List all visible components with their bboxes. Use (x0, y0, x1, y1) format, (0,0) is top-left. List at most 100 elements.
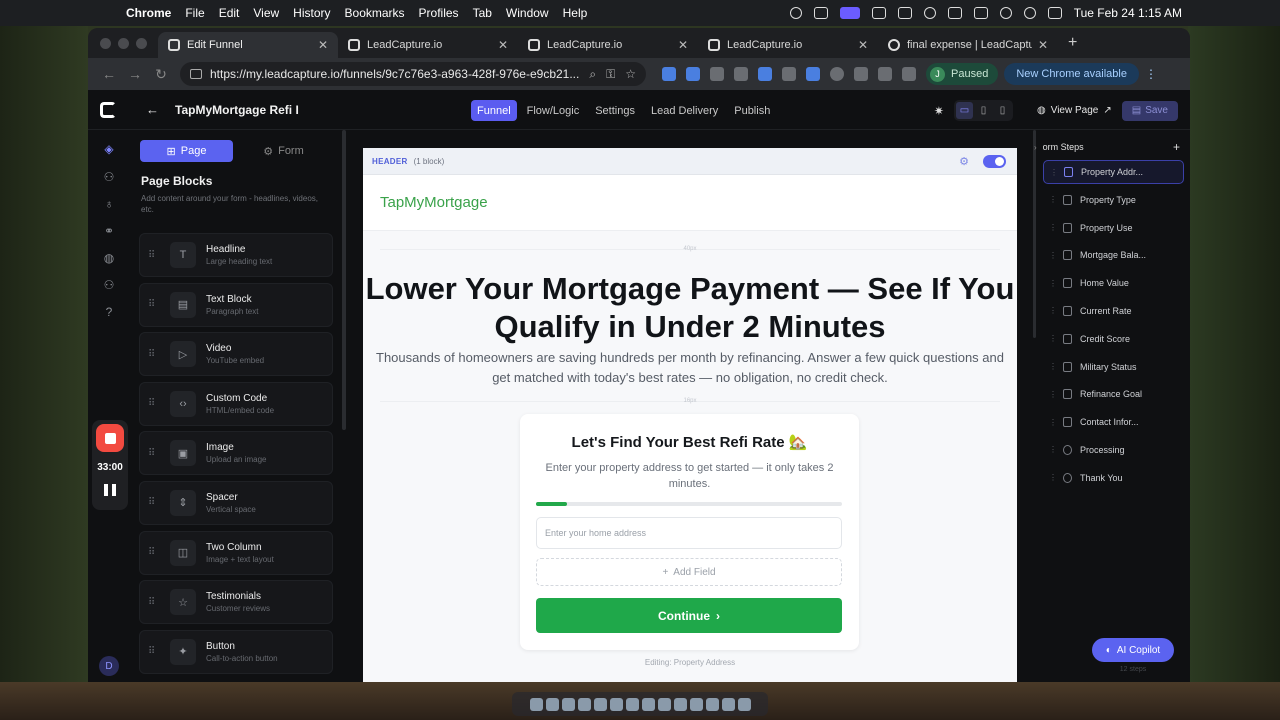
page-block-item[interactable]: ⠿ ◫ Two Column Image + text layout (139, 530, 333, 575)
back-arrow-icon[interactable]: ← (146, 102, 159, 117)
integrations-icon[interactable]: ⚭ (102, 224, 116, 238)
page-subheadline[interactable]: Thousands of homeowners are saving hundr… (369, 348, 1011, 388)
tab-edit-funnel[interactable]: Edit Funnel ✕ (158, 32, 338, 58)
form-step-item[interactable]: ⋮ Property Addr... (1043, 160, 1184, 184)
update-chrome-button[interactable]: New Chrome available (1004, 63, 1139, 85)
lightbulb-icon[interactable]: ♁ (102, 197, 116, 211)
menu-app-name[interactable]: Chrome (126, 6, 171, 20)
close-tab-icon[interactable]: ✕ (678, 38, 688, 52)
users-icon[interactable]: ⚇ (102, 170, 116, 184)
address-bar[interactable]: https://my.leadcapture.io/funnels/9c7c76… (180, 62, 646, 86)
drag-handle-icon[interactable]: ⠿ (148, 497, 162, 508)
left-scrollbar[interactable] (342, 130, 346, 430)
menu-history[interactable]: History (293, 6, 330, 20)
drag-handle-icon[interactable]: ⠿ (148, 398, 162, 409)
drag-handle-icon[interactable]: ⠿ (148, 299, 162, 310)
tab-final-expense[interactable]: final expense | LeadCapture.io ✕ (878, 32, 1058, 58)
pause-icon[interactable] (104, 484, 116, 496)
menu-bookmarks[interactable]: Bookmarks (345, 6, 405, 20)
forward-icon[interactable]: → (122, 66, 148, 82)
extension-icon[interactable] (758, 67, 772, 81)
tab-leadcapture-3[interactable]: LeadCapture.io ✕ (698, 32, 878, 58)
download-icon[interactable] (902, 67, 916, 81)
team-icon[interactable]: ⚇ (102, 278, 116, 292)
page-block-item[interactable]: ⠿ ▤ Text Block Paragraph text (139, 282, 333, 327)
menu-view[interactable]: View (253, 6, 279, 20)
wifi-icon[interactable] (999, 7, 1012, 19)
drag-handle-icon[interactable]: ⋮ (1049, 418, 1059, 427)
tab-leadcapture-2[interactable]: LeadCapture.io ✕ (518, 32, 698, 58)
drag-handle-icon[interactable]: ⠿ (148, 547, 162, 558)
close-tab-icon[interactable]: ✕ (318, 38, 328, 52)
page-tab[interactable]: ⊞ Page (140, 140, 233, 162)
minimize-window-button[interactable] (118, 37, 129, 49)
form-step-item[interactable]: ⋮ Current Rate (1043, 299, 1184, 323)
url-text[interactable]: https://my.leadcapture.io/funnels/9c7c76… (210, 67, 579, 81)
notes-icon[interactable] (593, 697, 607, 711)
help-icon[interactable]: ? (102, 305, 116, 319)
control-center-icon[interactable] (1047, 7, 1062, 19)
app-icon[interactable] (721, 697, 735, 711)
extension-icon[interactable] (662, 67, 676, 81)
menu-file[interactable]: File (185, 6, 204, 20)
form-step-item[interactable]: ⋮ Property Use (1043, 216, 1184, 240)
funnel-name[interactable]: TapMyMortgage Refi I (175, 103, 299, 117)
tab-settings[interactable]: Settings (589, 100, 641, 121)
header-block[interactable]: TapMyMortgage (363, 175, 1017, 231)
drag-handle-icon[interactable]: ⠿ (148, 250, 162, 261)
close-window-button[interactable] (100, 37, 111, 49)
app-icon[interactable] (689, 697, 703, 711)
terminal-icon[interactable] (561, 697, 575, 711)
launchpad-icon[interactable] (545, 697, 559, 711)
app-logo-icon[interactable] (100, 101, 116, 118)
safari-icon[interactable] (577, 697, 591, 711)
form-step-item[interactable]: ⋮ Property Type (1043, 188, 1184, 212)
stop-recording-button[interactable] (96, 424, 124, 452)
form-tab[interactable]: ⚙ Form (237, 140, 330, 162)
magic-sparkle-icon[interactable]: ✷ (934, 104, 944, 118)
menu-edit[interactable]: Edit (219, 6, 240, 20)
drag-handle-icon[interactable]: ⋮ (1049, 362, 1059, 371)
drag-handle-icon[interactable]: ⋮ (1049, 223, 1059, 232)
drag-handle-icon[interactable]: ⠿ (148, 646, 162, 657)
tab-leadcapture-1[interactable]: LeadCapture.io ✕ (338, 32, 518, 58)
desktop-icon[interactable]: ▭ (955, 102, 973, 119)
drag-handle-icon[interactable]: ⋮ (1049, 306, 1059, 315)
camera-icon[interactable] (871, 7, 886, 19)
menu-window[interactable]: Window (506, 6, 549, 20)
form-step-item[interactable]: ⋮ Processing (1043, 438, 1184, 462)
drag-handle-icon[interactable]: ⋮ (1050, 168, 1060, 177)
form-step-item[interactable]: ⋮ Thank You (1043, 466, 1184, 490)
finder-icon[interactable] (529, 697, 543, 711)
extensions-puzzle-icon[interactable] (854, 67, 868, 81)
screen-record-icon[interactable] (839, 7, 860, 19)
extension-icon[interactable] (782, 67, 796, 81)
form-card[interactable]: Let's Find Your Best Refi Rate 🏡 Enter y… (520, 414, 859, 650)
view-page-link[interactable]: ◍ View Page ↗ (1037, 105, 1112, 116)
mobile-icon[interactable]: ▯ (994, 102, 1011, 119)
chrome-menu-icon[interactable]: ⋮ (1145, 67, 1157, 81)
drag-handle-icon[interactable]: ⋮ (1049, 390, 1059, 399)
drag-handle-icon[interactable]: ⋮ (1049, 279, 1059, 288)
messages-icon[interactable] (625, 697, 639, 711)
chevron-right-icon[interactable]: › (1034, 143, 1037, 152)
add-field-button[interactable]: + Add Field (536, 558, 842, 586)
form-step-item[interactable]: ⋮ Home Value (1043, 271, 1184, 295)
close-tab-icon[interactable]: ✕ (498, 38, 508, 52)
chrome-icon[interactable] (641, 697, 655, 711)
tab-publish[interactable]: Publish (728, 100, 776, 121)
status-circle-icon[interactable] (789, 7, 802, 19)
clock[interactable]: Tue Feb 24 1:15 AM (1074, 6, 1182, 20)
drag-handle-icon[interactable]: ⠿ (148, 448, 162, 459)
calendar-icon[interactable] (609, 697, 623, 711)
close-tab-icon[interactable]: ✕ (858, 38, 868, 52)
messenger-icon[interactable] (923, 7, 936, 19)
menu-tab[interactable]: Tab (473, 6, 492, 20)
slack-icon[interactable] (673, 697, 687, 711)
battery-icon[interactable] (973, 7, 988, 19)
folder-icon[interactable] (897, 7, 912, 19)
page-block-item[interactable]: ⠿ T Headline Large heading text (139, 233, 333, 277)
site-settings-icon[interactable] (190, 69, 202, 79)
page-block-item[interactable]: ⠿ ▷ Video YouTube embed (139, 332, 333, 377)
extension-icon[interactable] (830, 67, 844, 81)
